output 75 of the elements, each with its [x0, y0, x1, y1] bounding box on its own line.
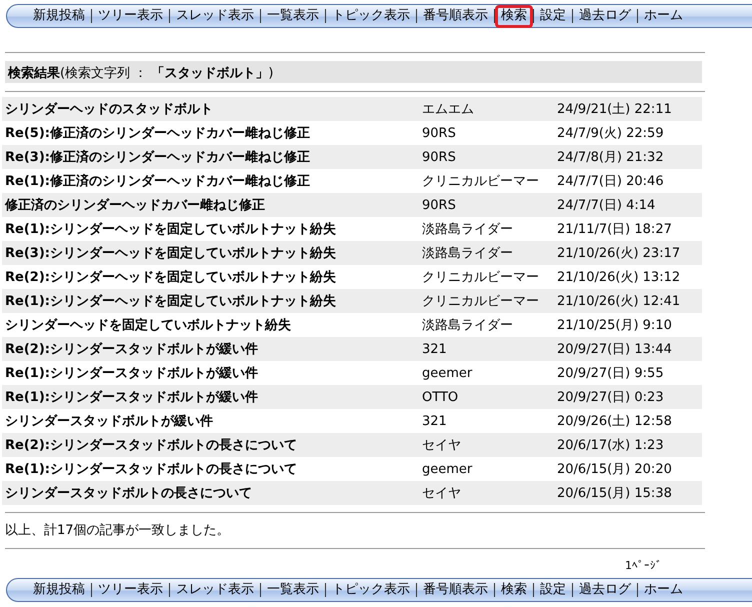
- date-cell-text: 24/7/9(火) 22:59: [557, 125, 665, 142]
- author-cell-text: エムエム: [422, 101, 475, 118]
- post-title-link[interactable]: シリンダーヘッドを固定していボルトナット紛失: [2, 316, 422, 334]
- post-title-link[interactable]: Re(2):シリンダースタッドボルトの長さについて: [2, 436, 422, 454]
- date-cell-text: 21/11/7(日) 18:27: [557, 221, 673, 238]
- result-summary: 以上、計17個の記事が一致しました。: [4, 522, 231, 540]
- author-cell-text: OTTO: [422, 390, 460, 404]
- author-cell-text: 321: [422, 414, 448, 428]
- author-cell-text: 淡路島ライダー: [422, 245, 514, 262]
- post-title-link[interactable]: Re(1):シリンダースタッドボルトが緩い件: [2, 364, 422, 382]
- post-title-link[interactable]: Re(2):シリンダースタッドボルトが緩い件: [2, 340, 422, 358]
- author-cell-text: 90RS: [422, 198, 457, 212]
- author-cell-text: 90RS: [422, 150, 457, 164]
- author-cell-text: 淡路島ライダー: [422, 221, 514, 238]
- nav-link[interactable]: 新規投稿: [27, 4, 91, 28]
- nav-link[interactable]: 一覧表示: [261, 4, 325, 28]
- nav-link[interactable]: 過去ログ: [573, 4, 637, 28]
- nav-link[interactable]: ツリー表示: [92, 4, 169, 28]
- nav-link[interactable]: 過去ログ: [573, 578, 637, 602]
- post-title-link[interactable]: Re(1):修正済のシリンダーヘッドカバー雌ねじ修正: [2, 172, 422, 190]
- author-cell-text: 321: [422, 342, 448, 356]
- author-cell-text: 淡路島ライダー: [422, 317, 514, 334]
- date-cell-text: 20/9/26(土) 12:58: [557, 413, 673, 430]
- nav-link[interactable]: ツリー表示: [92, 578, 169, 602]
- author-cell-text: クリニカルビーマー: [422, 173, 540, 190]
- date-cell-text: 21/10/26(火) 13:12: [557, 269, 682, 286]
- date-cell-text: 20/6/17(水) 1:23: [557, 437, 665, 454]
- author-cell-text: クリニカルビーマー: [422, 269, 540, 286]
- date-cell-text: 21/10/25(月) 9:10: [557, 317, 673, 334]
- date-cell-text: 24/7/8(月) 21:32: [557, 149, 665, 166]
- nav-link[interactable]: 一覧表示: [261, 578, 325, 602]
- date-cell-text: 24/9/21(土) 22:11: [557, 101, 673, 118]
- search-query: (検索文字列 ： 「スタッドボルト」): [60, 66, 274, 81]
- date-cell-text: 20/6/15(月) 20:20: [557, 461, 673, 478]
- nav-link[interactable]: 設定: [534, 4, 572, 28]
- nav-link[interactable]: 検索: [495, 4, 533, 28]
- post-title-link[interactable]: Re(5):修正済のシリンダーヘッドカバー雌ねじ修正: [2, 124, 422, 142]
- nav-link[interactable]: 検索: [495, 578, 533, 602]
- author-cell-text: 90RS: [422, 126, 457, 140]
- nav-link[interactable]: トピック表示: [326, 578, 416, 602]
- post-title-link[interactable]: Re(1):シリンダーヘッドを固定していボルトナット紛失: [2, 292, 422, 310]
- date-cell-text: 21/10/26(火) 23:17: [557, 245, 682, 262]
- nav-link[interactable]: トピック表示: [326, 4, 416, 28]
- date-cell-text: 21/10/26(火) 12:41: [557, 293, 682, 310]
- post-title-link[interactable]: Re(2):シリンダーヘッドを固定していボルトナット紛失: [2, 268, 422, 286]
- author-cell-text: セイヤ: [422, 485, 462, 502]
- date-cell-text: 20/9/27(日) 9:55: [557, 365, 665, 382]
- date-cell-text: 20/9/27(日) 0:23: [557, 389, 665, 406]
- post-title-link[interactable]: Re(3):シリンダーヘッドを固定していボルトナット紛失: [2, 244, 422, 262]
- nav-link[interactable]: 番号順表示: [417, 578, 494, 602]
- nav-link[interactable]: ホーム: [638, 4, 689, 28]
- author-cell-text: geemer: [422, 366, 474, 380]
- post-title-link[interactable]: シリンダースタッドボルトが緩い件: [2, 412, 422, 430]
- post-title-link[interactable]: シリンダースタッドボルトの長さについて: [2, 484, 422, 502]
- author-cell-text: セイヤ: [422, 437, 462, 454]
- date-cell-text: 24/7/7(日) 4:14: [557, 197, 656, 214]
- results-title: 検索結果: [8, 66, 60, 81]
- date-cell-text: 20/6/15(月) 15:38: [557, 485, 673, 502]
- post-title-link[interactable]: Re(1):シリンダーヘッドを固定していボルトナット紛失: [2, 220, 422, 238]
- page-indicator: 1ﾍﾟｰｼﾞ: [624, 559, 662, 572]
- post-title-link[interactable]: 修正済のシリンダーヘッドカバー雌ねじ修正: [2, 196, 422, 214]
- nav-link[interactable]: ホーム: [638, 578, 689, 602]
- author-cell-text: geemer: [422, 462, 474, 476]
- author-cell-text: クリニカルビーマー: [422, 293, 540, 310]
- post-title-link[interactable]: Re(1):シリンダースタッドボルトが緩い件: [2, 388, 422, 406]
- nav-link[interactable]: スレッド表示: [170, 4, 260, 28]
- nav-link[interactable]: スレッド表示: [170, 578, 260, 602]
- nav-link[interactable]: 新規投稿: [27, 578, 91, 602]
- post-title-link[interactable]: シリンダーヘッドのスタッドボルト: [2, 100, 422, 118]
- nav-link[interactable]: 設定: [534, 578, 572, 602]
- post-title-link[interactable]: Re(3):修正済のシリンダーヘッドカバー雌ねじ修正: [2, 148, 422, 166]
- date-cell-text: 20/9/27(日) 13:44: [557, 341, 673, 358]
- date-cell-text: 24/7/7(日) 20:46: [557, 173, 665, 190]
- post-title-link[interactable]: Re(1):シリンダースタッドボルトの長さについて: [2, 460, 422, 478]
- nav-link[interactable]: 番号順表示: [417, 4, 494, 28]
